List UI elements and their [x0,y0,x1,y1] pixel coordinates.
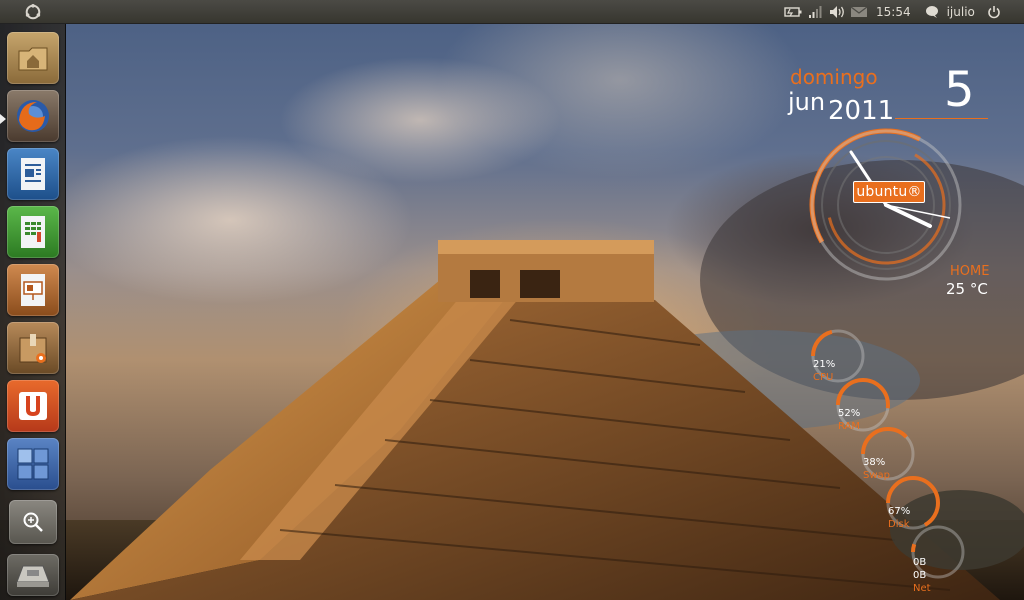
net-meter-label: Net [913,583,931,594]
swap-meter-value: 38% [863,457,886,468]
volume-icon[interactable] [826,1,848,23]
date-day-name: domingo [790,65,878,89]
search-icon [21,510,45,534]
launcher-item-home-folder[interactable] [7,32,59,84]
net-meter-value-up: 0B [913,570,927,581]
launcher-item-firefox[interactable] [7,90,59,142]
launcher-item-ubuntu-one[interactable] [7,380,59,432]
conky-widgets: domingo jun 2011 5 ubuntu® HOME 25 °C 21… [780,60,1024,600]
weather-location: HOME [950,264,990,279]
power-icon[interactable] [983,1,1005,23]
launcher-item-calc[interactable] [7,206,59,258]
battery-icon[interactable] [782,1,804,23]
ram-meter-value: 52% [838,408,861,419]
cpu-meter-label: CPU [813,372,834,383]
firefox-icon [13,96,53,136]
user-name[interactable]: ijulio [947,5,975,19]
disk-meter-value: 67% [888,506,911,517]
ram-meter-label: RAM [838,421,861,432]
date-day-number: 5 [944,62,975,118]
top-panel: 15:54 ijulio [0,0,1024,24]
disk-meter-label: Disk [888,519,910,530]
launcher-item-writer[interactable] [7,148,59,200]
mail-icon[interactable] [848,1,870,23]
ubuntu-clock-badge: ubuntu® [853,181,925,203]
launcher-item-workspaces[interactable] [7,438,59,490]
presentation-icon [18,272,48,308]
ubuntu-logo-icon[interactable] [22,1,44,23]
network-signal-icon[interactable] [804,1,826,23]
writer-icon [18,156,48,192]
box-icon [15,330,51,366]
chat-icon[interactable] [921,1,943,23]
unity-launcher [0,24,66,600]
indicator-area: 15:54 ijulio [782,0,1005,24]
cpu-meter-value: 21% [813,359,836,370]
active-app-indicator [0,114,6,124]
ubuntu-one-icon [15,388,51,424]
launcher-item-impress[interactable] [7,264,59,316]
folder-icon [16,43,50,73]
launcher-item-software-center[interactable] [7,322,59,374]
trash-icon [13,560,53,590]
date-month: jun [788,88,826,116]
net-meter-value-down: 0B [913,557,927,568]
launcher-item-trash[interactable] [7,554,59,596]
panel-clock[interactable]: 15:54 [876,5,911,19]
launcher-item-dash-search[interactable] [9,500,57,544]
date-divider [895,118,988,119]
weather-temperature: 25 °C [946,280,988,298]
spreadsheet-icon [18,214,48,250]
workspaces-icon [15,446,51,482]
